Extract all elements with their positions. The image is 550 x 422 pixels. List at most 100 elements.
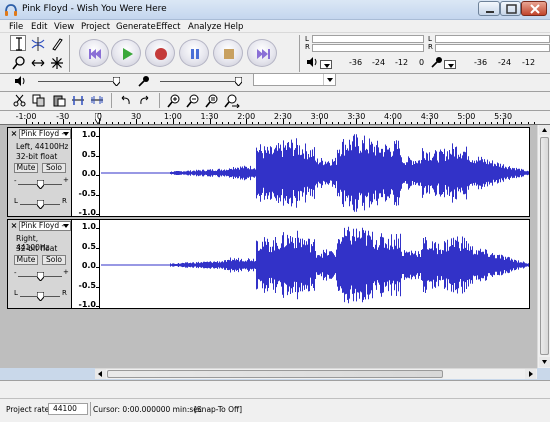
playback-meter-dropdown[interactable] [320, 60, 332, 69]
meter-scale-label: -24 [498, 58, 512, 67]
ruler-tick [301, 122, 303, 124]
output-volume-slider[interactable] [38, 81, 120, 82]
track-control-panel[interactable]: × Pink Floyd - Right, 44100Hz 32-bit flo… [8, 220, 72, 308]
zoom-tool-icon[interactable] [10, 54, 26, 70]
scroll-down-button[interactable] [539, 357, 550, 367]
pan-slider-thumb[interactable] [36, 199, 45, 210]
zoom-in-icon[interactable] [167, 94, 181, 110]
solo-button[interactable]: Solo [42, 255, 66, 265]
playback-meter-left [312, 35, 424, 43]
zoom-out-icon[interactable] [186, 94, 200, 110]
menu-view[interactable]: View [54, 22, 74, 32]
scroll-left-button[interactable] [95, 369, 106, 379]
vertical-scroll-thumb[interactable] [540, 137, 549, 355]
track-name-menu[interactable]: Pink Floyd - [19, 129, 71, 139]
record-meter-dropdown[interactable] [444, 60, 456, 69]
window-title: Pink Floyd - Wish You Were Here [22, 4, 167, 14]
toolbar-row-separator [0, 91, 550, 92]
menu-help[interactable]: Help [224, 22, 243, 32]
trim-icon[interactable] [71, 94, 85, 109]
playback-meter-right [312, 44, 424, 52]
gain-slider-thumb[interactable] [36, 271, 45, 282]
menu-effect[interactable]: Effect [156, 22, 180, 32]
track-name-menu[interactable]: Pink Floyd - [19, 221, 71, 231]
gain-slider-thumb[interactable] [36, 179, 45, 190]
meter-scale-label: -36 [474, 58, 488, 67]
pan-slider-thumb[interactable] [36, 291, 45, 302]
ruler-tick [221, 122, 223, 124]
solo-button[interactable]: Solo [42, 163, 66, 173]
ruler-tick [423, 122, 425, 124]
paste-icon[interactable] [53, 94, 66, 109]
envelope-tool-icon[interactable] [29, 35, 45, 51]
record-button[interactable] [145, 39, 175, 67]
selection-tool-icon[interactable] [10, 35, 26, 51]
ruler-tick [129, 122, 131, 124]
ruler-tick [246, 119, 248, 124]
horizontal-scroll-thumb[interactable] [107, 370, 443, 378]
menu-generate[interactable]: Generate [116, 22, 156, 32]
project-rate-select[interactable]: 44100 [48, 403, 88, 415]
amplitude-scale-tick [96, 286, 99, 288]
mute-button[interactable]: Mute [14, 255, 38, 265]
input-volume-slider[interactable] [160, 81, 242, 82]
track-control-panel[interactable]: × Pink Floyd - Left, 44100Hz 32-bit floa… [8, 128, 72, 216]
play-button[interactable] [111, 39, 141, 67]
stop-button[interactable] [213, 39, 243, 67]
silence-icon[interactable] [90, 94, 104, 109]
timeline-ruler[interactable]: -1:00 -30 0 30 1:00 1:30 2:00 2:30 3:00 3:30 4:00 4… [0, 110, 550, 125]
menu-file[interactable]: File [9, 22, 23, 32]
minimize-button[interactable] [478, 1, 500, 16]
close-track-icon[interactable]: × [10, 222, 18, 230]
close-track-icon[interactable]: × [10, 130, 18, 138]
skip-start-button[interactable] [79, 39, 109, 67]
amplitude-scale-tick [96, 136, 99, 137]
toolbar-separator [111, 93, 112, 108]
maximize-button[interactable] [500, 1, 521, 16]
fit-project-icon[interactable] [224, 94, 240, 110]
vertical-scrollbar[interactable] [537, 125, 550, 368]
undo-icon[interactable] [119, 94, 132, 109]
input-volume-thumb[interactable] [234, 76, 243, 87]
ruler-tick [503, 119, 505, 124]
ruler-tick [313, 122, 315, 124]
gain-plus-label: + [63, 268, 69, 276]
cut-icon[interactable] [13, 94, 26, 109]
waveform-display[interactable] [101, 220, 529, 308]
ruler-tick [233, 122, 235, 124]
multi-tool-icon[interactable] [48, 54, 64, 70]
pause-button[interactable] [179, 39, 209, 67]
ruler-tick [337, 122, 339, 124]
menu-edit[interactable]: Edit [31, 22, 47, 32]
draw-tool-icon[interactable] [48, 35, 64, 51]
waveform-display[interactable] [101, 128, 529, 216]
scroll-right-button[interactable] [525, 369, 536, 379]
copy-icon[interactable] [32, 94, 45, 109]
project-rate-label: Project rate: [6, 405, 52, 414]
ruler-tick [99, 119, 101, 124]
horizontal-scrollbar[interactable] [95, 368, 537, 379]
selection-toolbar [0, 380, 550, 398]
redo-icon[interactable] [138, 94, 151, 109]
close-button[interactable] [521, 1, 547, 16]
ruler-tick [203, 122, 205, 124]
mute-button[interactable]: Mute [14, 163, 38, 173]
audio-track[interactable]: × Pink Floyd - Left, 44100Hz 32-bit floa… [7, 127, 530, 217]
fit-selection-icon[interactable] [205, 94, 219, 110]
meter-scale-label: -12 [522, 58, 536, 67]
output-volume-thumb[interactable] [112, 76, 121, 87]
audio-track[interactable]: × Pink Floyd - Right, 44100Hz 32-bit flo… [7, 219, 530, 309]
ruler-tick [356, 119, 358, 124]
scroll-up-button[interactable] [539, 125, 550, 135]
timeshift-tool-icon[interactable] [29, 54, 45, 70]
input-source-select[interactable] [253, 73, 336, 86]
menu-project[interactable]: Project [81, 22, 110, 32]
track-channel-info: Left, 44100Hz [16, 142, 69, 151]
menu-analyze[interactable]: Analyze [188, 22, 222, 32]
amplitude-scale: 1.0 0.5 0.0 -0.5 -1.0 [72, 220, 100, 309]
skip-end-button[interactable] [247, 39, 277, 67]
amplitude-scale-tick [96, 155, 99, 157]
ruler-tick [509, 122, 511, 124]
ruler-tick [362, 122, 364, 124]
gain-minus-label: - [14, 177, 17, 185]
